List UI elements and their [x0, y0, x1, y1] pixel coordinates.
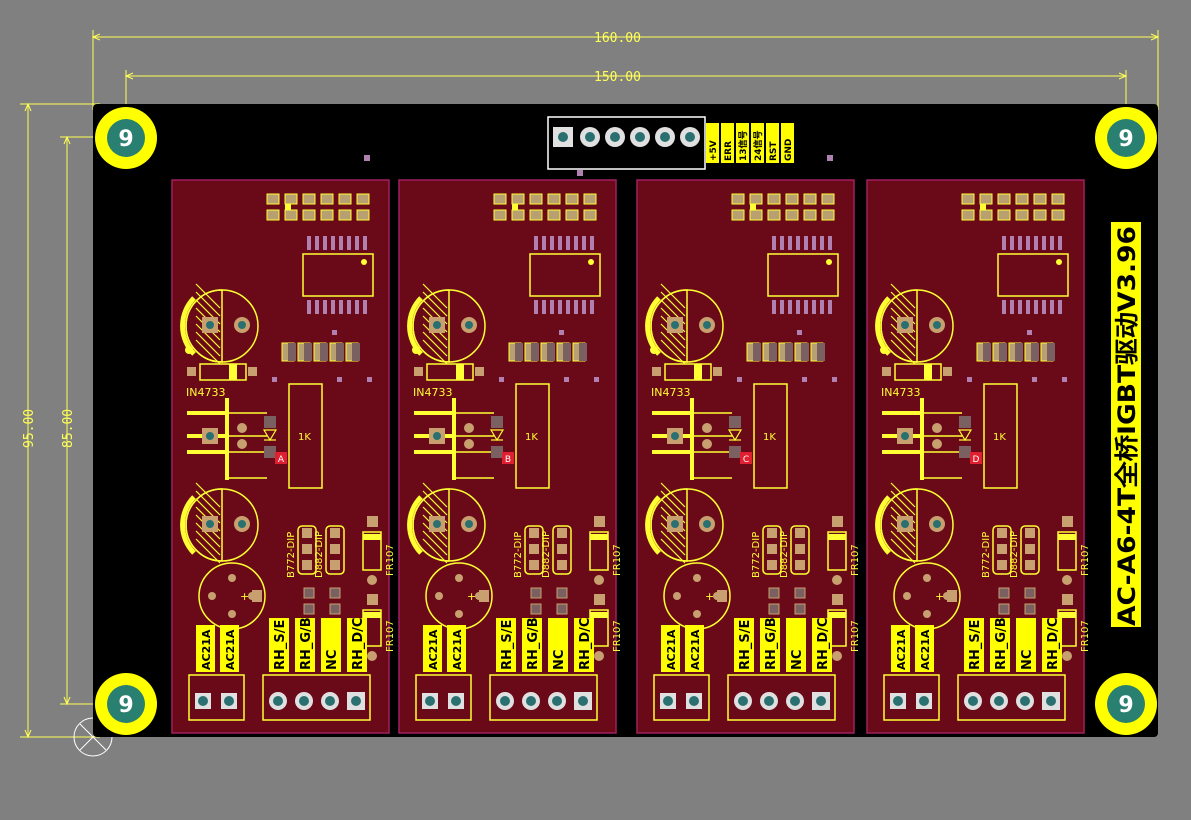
dim-inner-height: 85.00: [61, 409, 76, 448]
driver-module[interactable]: IN4733 D 1K B772-DIP D882-DIP FR107 FR107 + AC21…: [866, 179, 1091, 734]
mount-hole-bottom-right[interactable]: 9: [1095, 673, 1157, 735]
plus-sign: +: [467, 590, 476, 603]
transistor-d882-label: D882-DIP: [314, 531, 325, 578]
transistor-d882-label: D882-DIP: [779, 531, 790, 578]
diode-fr107-label: FR107: [850, 620, 861, 652]
header-pin-text: 13信号: [737, 130, 749, 161]
mid-pad-array: [508, 342, 587, 362]
zener-label: IN4733: [413, 386, 452, 399]
terminal-out2-label: RH_G/B: [764, 617, 779, 670]
terminal-out1-label: RH_S/E: [738, 620, 753, 670]
driver-module[interactable]: IN4733 B 1K B772-DIP D882-DIP FR107 FR107 + AC21…: [398, 179, 623, 734]
resistor-label: 1K: [298, 432, 311, 443]
header-pin-label: GND: [781, 123, 794, 163]
terminal-ac1-label: AC21A: [895, 629, 908, 670]
zener-label: IN4733: [186, 386, 225, 399]
zener-label: IN4733: [881, 386, 920, 399]
plus-sign: +: [705, 590, 714, 603]
header-pin-label: 13信号: [736, 123, 749, 163]
diode-fr107-label: FR107: [385, 620, 396, 652]
resistor-label: 1K: [763, 432, 776, 443]
mid-pad-array: [976, 342, 1055, 362]
terminal-out1-label: RH_S/E: [273, 620, 288, 670]
transistor-b772-label: B772-DIP: [751, 532, 762, 578]
terminal-out4-label: RH_D/C: [578, 618, 593, 670]
terminal-out4-label: RH_D/C: [351, 618, 366, 670]
module-letter: A: [278, 455, 285, 465]
terminal-out1-label: RH_S/E: [500, 620, 515, 670]
header-pin-label: ERR: [721, 123, 734, 163]
zener-label: IN4733: [651, 386, 690, 399]
header-pin-text: GND: [784, 139, 794, 161]
terminal-out1-label: RH_S/E: [968, 620, 983, 670]
mount-hole-label: 9: [118, 693, 133, 718]
diode-fr107-label: FR107: [612, 620, 623, 652]
header-pin-label: RST: [766, 123, 779, 163]
mount-hole-top-left[interactable]: 9: [95, 107, 157, 169]
terminal-out4-label: RH_D/C: [816, 618, 831, 670]
plus-sign: +: [935, 590, 944, 603]
terminal-out2-label: RH_G/B: [994, 617, 1009, 670]
module-letter: C: [743, 455, 749, 465]
module-letter: D: [973, 455, 980, 465]
plus-sign: +: [240, 590, 249, 603]
driver-module[interactable]: IN4733 C 1K B772-DIP D882-DIP FR107 FR107 + AC21…: [636, 179, 861, 734]
terminal-ac2-label: AC21A: [451, 629, 464, 670]
header-pin-text: ERR: [724, 141, 734, 161]
mount-hole-label: 9: [1118, 693, 1133, 718]
terminal-out3-label: NC: [1020, 650, 1035, 670]
terminal-ac2-label: AC21A: [224, 629, 237, 670]
mount-hole-label: 9: [118, 127, 133, 152]
resistor-label: 1K: [993, 432, 1006, 443]
header-pin-label: 24信号: [751, 123, 764, 163]
terminal-ac2-label: AC21A: [689, 629, 702, 670]
terminal-ac1-label: AC21A: [200, 629, 213, 670]
diode-fr107-label: FR107: [1080, 620, 1091, 652]
header-pin-text: 24信号: [752, 130, 764, 161]
terminal-ac2-label: AC21A: [919, 629, 932, 670]
mount-hole-label: 9: [1118, 127, 1133, 152]
diode-fr107-label: FR107: [850, 544, 861, 576]
mount-hole-top-right[interactable]: 9: [1095, 107, 1157, 169]
header-pin-text: RST: [769, 141, 779, 161]
transistor-b772-label: B772-DIP: [981, 532, 992, 578]
mid-pad-array: [281, 342, 360, 362]
header-pin-text: +5V: [709, 140, 719, 161]
transistor-b772-label: B772-DIP: [513, 532, 524, 578]
diode-fr107-label: FR107: [385, 544, 396, 576]
dim-inner-width: 150.00: [594, 70, 641, 85]
terminal-out3-label: NC: [325, 650, 340, 670]
board-title: AC-A6-4T全桥IGBT驱动V3.96: [1113, 226, 1141, 626]
transistor-d882-label: D882-DIP: [541, 531, 552, 578]
transistor-b772-label: B772-DIP: [286, 532, 297, 578]
terminal-out2-label: RH_G/B: [526, 617, 541, 670]
header-pin-label: +5V: [706, 123, 719, 163]
terminal-out3-label: NC: [552, 650, 567, 670]
terminal-ac1-label: AC21A: [665, 629, 678, 670]
mount-hole-bottom-left[interactable]: 9: [95, 673, 157, 735]
dim-outer-width: 160.00: [594, 31, 641, 46]
diode-fr107-label: FR107: [1080, 544, 1091, 576]
diode-fr107-label: FR107: [612, 544, 623, 576]
module-letter: B: [505, 455, 511, 465]
resistor-label: 1K: [525, 432, 538, 443]
dim-outer-height: 95.00: [22, 409, 37, 448]
transistor-d882-label: D882-DIP: [1009, 531, 1020, 578]
driver-module[interactable]: IN4733 A 1K B772-DIP D882-DIP FR107 FR107 + AC21…: [171, 179, 396, 734]
mid-pad-array: [746, 342, 825, 362]
pcb-layout-canvas: 160.00 150.00 95.00 85.00 9 9 9 9 +5V ER…: [20, 30, 1160, 757]
terminal-out2-label: RH_G/B: [299, 617, 314, 670]
terminal-out3-label: NC: [790, 650, 805, 670]
terminal-out4-label: RH_D/C: [1046, 618, 1061, 670]
terminal-ac1-label: AC21A: [427, 629, 440, 670]
